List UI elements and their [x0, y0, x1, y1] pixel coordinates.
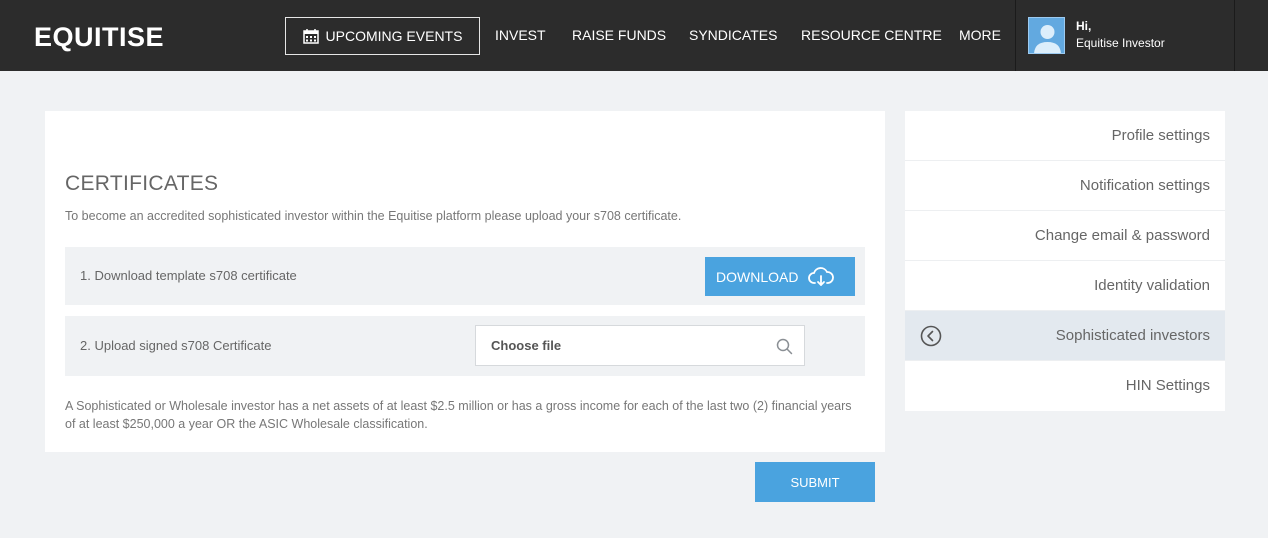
chevron-left-circle-icon[interactable] [920, 325, 942, 347]
choose-file-placeholder: Choose file [491, 338, 562, 353]
download-template-row: 1. Download template s708 certificate DO… [65, 247, 865, 305]
settings-side-menu: Profile settings Notification settings C… [905, 111, 1225, 411]
nav-resource-centre[interactable]: RESOURCE CENTRE [801, 27, 942, 43]
download-button-label: DOWNLOAD [716, 268, 799, 285]
nav-upcoming-events-button[interactable]: UPCOMING EVENTS [285, 17, 480, 55]
user-name: Equitise Investor [1076, 36, 1165, 50]
side-item-sophisticated-investors[interactable]: Sophisticated investors [905, 311, 1225, 361]
download-step-label: 1. Download template s708 certificate [80, 268, 297, 283]
nav-more[interactable]: MORE [959, 27, 1001, 43]
side-item-label: Change email & password [1034, 227, 1210, 244]
side-item-identity-validation[interactable]: Identity validation [905, 261, 1225, 311]
user-greeting: Hi, [1076, 19, 1092, 33]
choose-file-input[interactable]: Choose file [475, 325, 805, 366]
top-navigation-bar: EQUITISE UPCOMING EVENTS INVEST RAISE FU… [0, 0, 1268, 71]
side-item-label: HIN Settings [1125, 377, 1210, 394]
submit-button[interactable]: SUBMIT [755, 462, 875, 502]
upload-certificate-row: 2. Upload signed s708 Certificate Choose… [65, 316, 865, 376]
download-button[interactable]: DOWNLOAD [705, 257, 855, 296]
nav-raise-funds[interactable]: RAISE FUNDS [572, 27, 666, 43]
page-title: CERTIFICATES [65, 172, 219, 195]
user-menu[interactable]: Hi, Equitise Investor [1015, 0, 1235, 71]
cloud-download-icon [808, 266, 835, 286]
side-item-label: Sophisticated investors [1055, 327, 1210, 344]
calendar-icon [302, 28, 319, 44]
equitise-logo[interactable]: EQUITISE [34, 22, 164, 53]
certificates-card: CERTIFICATES To become an accredited sop… [45, 111, 885, 452]
side-item-label: Identity validation [1094, 277, 1210, 294]
side-item-label: Notification settings [1079, 177, 1210, 194]
user-avatar-icon [1028, 17, 1065, 54]
upload-step-label: 2. Upload signed s708 Certificate [80, 338, 272, 353]
side-item-change-email-password[interactable]: Change email & password [905, 211, 1225, 261]
side-item-label: Profile settings [1111, 127, 1210, 144]
search-icon [776, 338, 793, 355]
nav-syndicates[interactable]: SYNDICATES [689, 27, 777, 43]
side-item-profile-settings[interactable]: Profile settings [905, 111, 1225, 161]
certificates-intro-text: To become an accredited sophisticated in… [65, 209, 682, 223]
nav-upcoming-events-label: UPCOMING EVENTS [325, 28, 463, 44]
nav-invest[interactable]: INVEST [495, 27, 546, 43]
sophisticated-investor-note: A Sophisticated or Wholesale investor ha… [65, 399, 852, 431]
side-item-hin-settings[interactable]: HIN Settings [905, 361, 1225, 411]
side-item-notification-settings[interactable]: Notification settings [905, 161, 1225, 211]
